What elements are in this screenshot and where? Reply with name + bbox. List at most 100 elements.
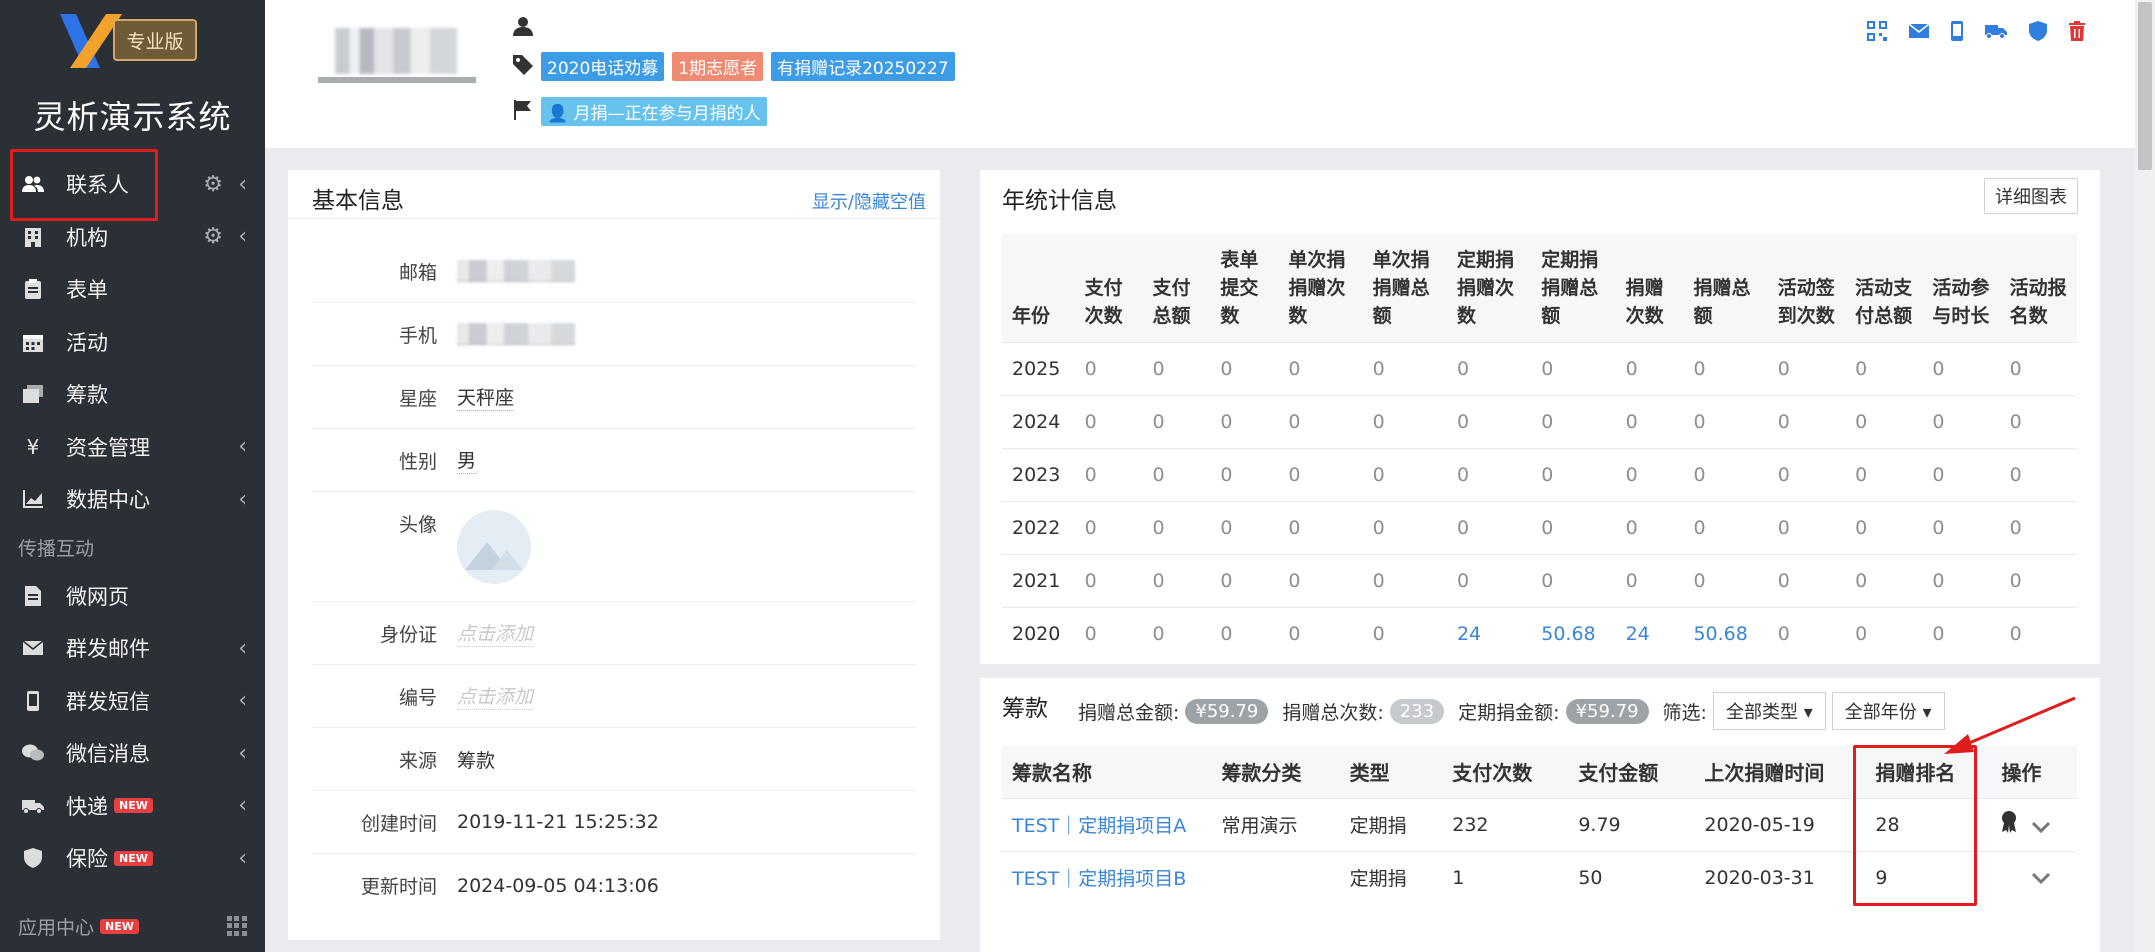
year-cell: 2022	[1002, 500, 1075, 554]
sidebar-item-microsite[interactable]: 微网页	[0, 570, 265, 623]
stat-cell: 0	[1922, 606, 2000, 660]
sidebar-item-insurance[interactable]: 保险 NEW ‹	[0, 832, 265, 885]
year-filter-dropdown[interactable]: 全部年份 ▾	[1831, 692, 1945, 730]
fund-name-link[interactable]: TEST｜定期捐项目B	[1002, 850, 1212, 904]
year-cell: 2025	[1002, 341, 1075, 395]
info-label: 头像	[398, 514, 437, 536]
chevron-left-icon[interactable]: ‹	[238, 741, 247, 766]
stat-cell: 0	[1362, 500, 1447, 554]
stat-cell: 0	[1210, 341, 1279, 395]
stat-cell: 0	[1074, 394, 1143, 448]
info-label: 来源	[398, 749, 437, 772]
stat-cell: 0	[1683, 500, 1768, 554]
stat-cell: 0	[1767, 447, 1846, 501]
sidebar-item-label: 资金管理	[66, 435, 150, 460]
sidebar-item-forms[interactable]: 表单	[0, 263, 265, 316]
fundraising-panel: 筹款 捐赠总金额: ¥59.79 捐赠总次数: 233 定期捐金额: ¥59.7…	[980, 678, 2100, 952]
medal-icon[interactable]	[2001, 811, 2017, 838]
contact-tag[interactable]: 有捐赠记录20250227	[771, 52, 955, 81]
column-header: 活动参与时长	[1922, 234, 2000, 342]
contact-tag[interactable]: 1期志愿者	[672, 52, 764, 81]
fund-name-link[interactable]: TEST｜定期捐项目A	[1002, 797, 1212, 851]
gender-value[interactable]: 男	[457, 446, 477, 474]
chevron-left-icon[interactable]: ‹	[238, 846, 247, 871]
header-actions	[1867, 20, 2085, 42]
stat-cell: 0	[1210, 447, 1279, 501]
chevron-left-icon[interactable]: ‹	[238, 487, 247, 512]
column-header: 定期捐捐赠总额	[1531, 234, 1616, 342]
scrollbar[interactable]	[2135, 0, 2155, 952]
recurring-amount-label: 定期捐金额:	[1458, 701, 1560, 724]
header-tags-line: 2020电话劝募 1期志愿者 有捐赠记录20250227	[513, 52, 955, 81]
chevron-left-icon[interactable]: ‹	[238, 636, 247, 661]
sidebar-item-contacts[interactable]: 联系人 ⚙ ‹	[0, 158, 265, 211]
chevron-left-icon[interactable]: ‹	[238, 793, 247, 818]
fund-category-cell	[1211, 850, 1340, 904]
stat-cell: 0	[1278, 606, 1363, 660]
scrollbar-thumb[interactable]	[2138, 2, 2152, 170]
sidebar-item-wechat[interactable]: 微信消息 ‹	[0, 727, 265, 780]
qrcode-icon[interactable]	[1867, 21, 1887, 41]
stat-cell: 0	[1362, 606, 1447, 660]
zodiac-value[interactable]: 天秤座	[457, 383, 515, 411]
chevron-left-icon[interactable]: ‹	[238, 688, 247, 713]
contact-name-underline	[318, 77, 476, 83]
stat-cell: 0	[1446, 341, 1532, 395]
sidebar-item-fundraising[interactable]: 筹款	[0, 368, 265, 421]
contacts-icon	[22, 173, 44, 195]
tag-icon	[513, 54, 533, 79]
trash-icon[interactable]	[2069, 21, 2085, 41]
panel-title: 年统计信息	[1002, 188, 1117, 214]
number-add[interactable]: 点击添加	[457, 682, 534, 710]
type-filter-dropdown[interactable]: 全部类型 ▾	[1712, 692, 1826, 730]
sidebar-item-label: 保险	[66, 847, 108, 872]
id-card-add[interactable]: 点击添加	[457, 619, 534, 647]
stat-cell: 0	[1362, 553, 1447, 607]
updated-time-value: 2024-09-05 04:13:06	[457, 874, 659, 897]
sidebar-item-bulk-sms[interactable]: 群发短信 ‹	[0, 675, 265, 728]
stat-cell: 0	[1999, 606, 2077, 660]
phone-value-redacted[interactable]	[457, 323, 575, 345]
chevron-left-icon[interactable]: ‹	[238, 224, 247, 249]
sidebar-item-label: 机构	[66, 225, 108, 250]
stat-cell: 0	[1683, 341, 1768, 395]
email-value-redacted[interactable]	[457, 260, 575, 282]
sidebar-item-bulk-email[interactable]: 群发邮件 ‹	[0, 622, 265, 675]
truck-icon[interactable]	[1985, 23, 2007, 39]
caret-down-icon: ▾	[1803, 702, 1813, 723]
stat-cell: 0	[1922, 447, 2000, 501]
stat-cell: 0	[1446, 447, 1532, 501]
grid-icon[interactable]	[227, 916, 247, 936]
avatar[interactable]	[457, 510, 531, 584]
contact-tag[interactable]: 2020电话劝募	[541, 52, 665, 81]
chevron-left-icon[interactable]: ‹	[238, 172, 247, 197]
shield-icon[interactable]	[2029, 20, 2047, 42]
sidebar-item-events[interactable]: 活动	[0, 316, 265, 369]
table-row: 2023 0 0 0 0 0 0 0 0 0 0 0 0 0	[1002, 447, 2077, 501]
sidebar-item-finance[interactable]: ¥ 资金管理 ‹	[0, 421, 265, 474]
detail-chart-button[interactable]: 详细图表	[1984, 178, 2078, 214]
gear-icon[interactable]: ⚙	[203, 224, 223, 249]
info-row-created: 创建时间 2019-11-21 15:25:32	[312, 791, 916, 854]
sidebar-item-organizations[interactable]: 机构 ⚙ ‹	[0, 211, 265, 264]
sidebar-item-label: 快递	[66, 794, 108, 819]
chevron-down-icon[interactable]	[2031, 867, 2051, 889]
stat-cell: 0	[1531, 394, 1616, 448]
year-cell: 2020	[1002, 606, 1075, 660]
table-row: 2022 0 0 0 0 0 0 0 0 0 0 0 0 0	[1002, 500, 2077, 554]
sidebar-item-express[interactable]: 快递 NEW ‹	[0, 780, 265, 833]
app-center[interactable]: 应用中心 NEW	[0, 900, 265, 952]
monthly-donor-tag[interactable]: 👤 月捐—正在参与月捐的人	[541, 97, 767, 126]
stat-cell: 0	[1999, 447, 2077, 501]
mobile-icon[interactable]	[1951, 21, 1963, 41]
sidebar-item-data-center[interactable]: 数据中心 ‹	[0, 473, 265, 526]
mail-icon[interactable]	[1909, 24, 1929, 38]
gear-icon[interactable]: ⚙	[203, 172, 223, 197]
stat-cell: 0	[1446, 394, 1532, 448]
stat-cell: 0	[1683, 394, 1768, 448]
document-icon	[22, 585, 44, 607]
chevron-left-icon[interactable]: ‹	[238, 434, 247, 459]
chevron-down-icon[interactable]	[2031, 816, 2051, 838]
divider	[288, 218, 940, 219]
toggle-empty-values-link[interactable]: 显示/隐藏空值	[812, 188, 926, 214]
